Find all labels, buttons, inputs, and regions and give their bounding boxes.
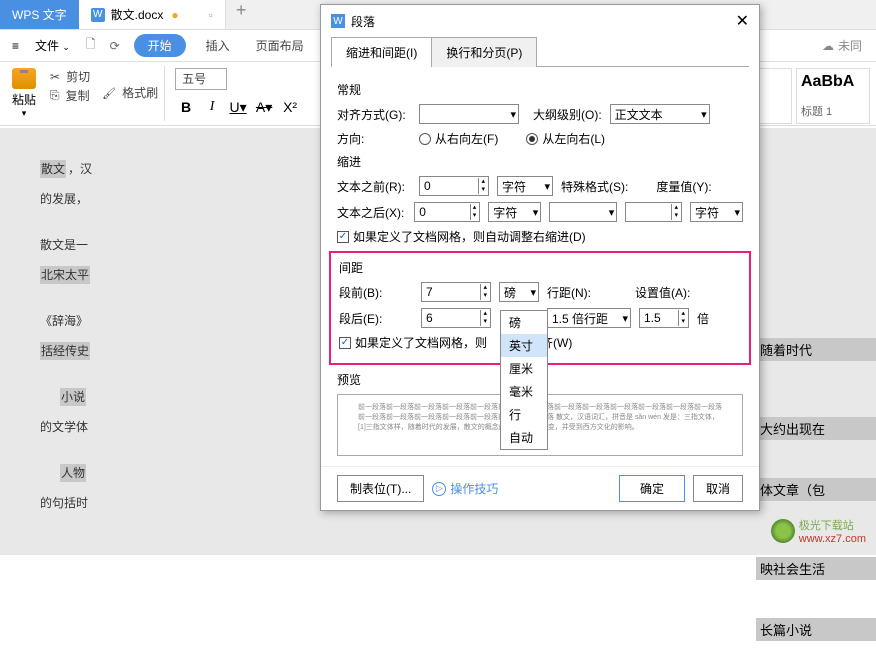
special-label: 特殊格式(S): (561, 178, 628, 195)
paste-icon (12, 68, 36, 89)
unit-dropdown: 磅 英寸 厘米 毫米 行 自动 (500, 310, 548, 450)
ribbon-icon-1[interactable]: 🗋 (80, 31, 102, 60)
doc-icon: W (91, 8, 105, 22)
section-general: 常规 (337, 81, 743, 98)
outline-combo[interactable]: 正文文本 (610, 104, 710, 124)
measure-unit[interactable]: 字符 (690, 202, 743, 222)
wps-tab[interactable]: WPS 文字 (0, 0, 79, 29)
unit-option-auto[interactable]: 自动 (501, 426, 547, 449)
scissors-icon (50, 70, 60, 84)
section-spacing: 间距 (339, 259, 741, 276)
snippet-1: 随着时代 (756, 338, 876, 361)
set-value-unit: 倍 (697, 310, 709, 327)
indent-after-unit[interactable]: 字符 (488, 202, 541, 222)
ok-button[interactable]: 确定 (619, 475, 685, 502)
dialog-icon: W (331, 14, 345, 28)
layout-tab[interactable]: 页面布局 (244, 33, 316, 58)
cancel-button[interactable]: 取消 (693, 475, 743, 502)
tab-indent-spacing[interactable]: 缩进和间距(I) (331, 37, 432, 67)
indent-after-spinner[interactable]: 0 (414, 202, 480, 222)
indent-before-spinner[interactable]: 0 (419, 176, 489, 196)
align-label: 对齐方式(G): (337, 106, 411, 123)
space-before-spinner[interactable]: 7 (421, 282, 491, 302)
snippet-5: 长篇小说 (756, 618, 876, 641)
tab-line-breaks[interactable]: 换行和分页(P) (431, 37, 537, 67)
bold-button[interactable]: B (175, 96, 197, 118)
paste-button[interactable]: 粘贴▾ (4, 66, 44, 121)
unit-option-inch[interactable]: 英寸 (501, 334, 547, 357)
style-heading1[interactable]: AaBbA 标题 1 (796, 68, 870, 124)
close-icon[interactable]: ✕ (736, 11, 749, 31)
rtl-radio[interactable]: 从右向左(F) (419, 130, 498, 147)
spacing-grid-checkbox[interactable]: ✓如果定义了文档网格，则 (339, 334, 487, 351)
watermark: 极光下载站 www.xz7.com (771, 517, 866, 545)
dialog-title: 段落 (351, 13, 375, 30)
strike-button[interactable]: A▾ (253, 96, 275, 118)
doc-name: 散文.docx (111, 6, 164, 23)
outline-label: 大纲级别(O): (533, 106, 602, 123)
watermark-logo (771, 519, 795, 543)
unit-option-pt[interactable]: 磅 (501, 311, 547, 334)
document-tab[interactable]: W 散文.docx ● ▫ (79, 0, 226, 29)
superscript-button[interactable]: X² (279, 96, 301, 118)
line-spacing-combo[interactable]: 1.5 倍行距 (547, 308, 631, 328)
line-spacing-label: 行距(N): (547, 284, 591, 301)
help-icon: ▷ (432, 482, 446, 496)
indent-after-label: 文本之后(X): (337, 204, 406, 221)
measure-spinner[interactable] (625, 202, 682, 222)
space-before-label: 段前(B): (339, 284, 413, 301)
unit-option-mm[interactable]: 毫米 (501, 380, 547, 403)
special-combo[interactable] (549, 202, 617, 222)
space-before-unit[interactable]: 磅 (499, 282, 539, 302)
hamburger-icon[interactable]: ≡ (6, 35, 25, 57)
doc-close-icon[interactable]: ▫ (209, 8, 213, 22)
set-value-label: 设置值(A): (635, 284, 690, 301)
align-combo[interactable] (419, 104, 519, 124)
doc-status-icon: ● (171, 8, 178, 22)
snippet-2: 大约出现在 (756, 417, 876, 440)
space-after-spinner[interactable]: 6 (421, 308, 491, 328)
snippet-4: 映社会生活 (756, 557, 876, 580)
unit-option-line[interactable]: 行 (501, 403, 547, 426)
ribbon-icon-2[interactable]: ⟳ (104, 35, 126, 57)
snippet-3: 体文章（包 (756, 478, 876, 501)
brush-icon (102, 86, 116, 100)
indent-before-label: 文本之前(R): (337, 178, 411, 195)
set-value-spinner[interactable]: 1.5 (639, 308, 689, 328)
cloud-icon: ☁ (822, 39, 834, 53)
copy-button[interactable]: 复制 (50, 87, 90, 104)
start-tab[interactable]: 开始 (134, 34, 186, 57)
insert-tab[interactable]: 插入 (194, 33, 242, 58)
cut-button[interactable]: 剪切 (50, 68, 90, 85)
italic-button[interactable]: I (201, 96, 223, 118)
ltr-radio[interactable]: 从左向右(L) (526, 130, 605, 147)
file-menu[interactable]: 文件 ⌄ (27, 33, 78, 58)
help-link[interactable]: ▷操作技巧 (432, 480, 498, 497)
section-indent: 缩进 (337, 153, 743, 170)
indent-before-unit[interactable]: 字符 (497, 176, 553, 196)
cloud-sync[interactable]: ☁ 未同 (822, 37, 870, 54)
tabstops-button[interactable]: 制表位(T)... (337, 475, 424, 502)
direction-label: 方向: (337, 130, 411, 147)
space-after-label: 段后(E): (339, 310, 413, 327)
unit-option-cm[interactable]: 厘米 (501, 357, 547, 380)
copy-icon (50, 88, 60, 103)
measure-label: 度量值(Y): (656, 178, 711, 195)
indent-grid-checkbox[interactable]: ✓如果定义了文档网格，则自动调整右缩进(D) (337, 228, 586, 245)
format-painter-button[interactable]: 格式刷 (102, 84, 158, 101)
font-size-select[interactable]: 五号 (175, 68, 227, 90)
underline-button[interactable]: U▾ (227, 96, 249, 118)
add-tab-button[interactable]: + (226, 0, 257, 29)
